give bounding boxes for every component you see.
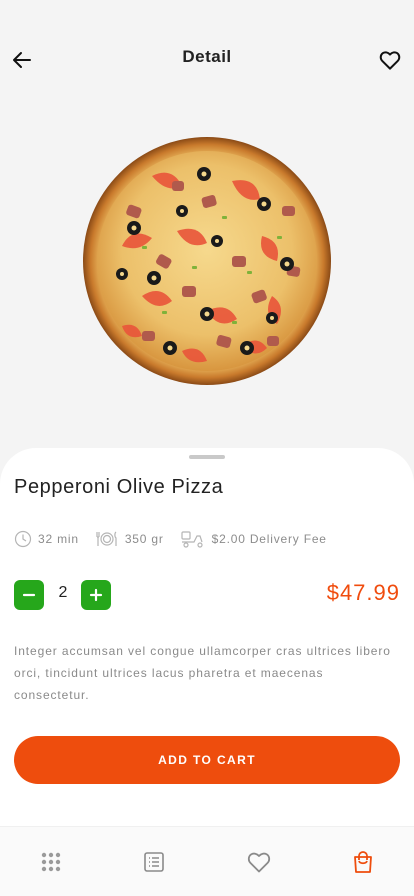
- sheet-drag-handle[interactable]: [189, 455, 225, 459]
- scooter-icon: [181, 531, 203, 548]
- prep-time-label: 32 min: [38, 532, 79, 546]
- pizza-image: [82, 136, 332, 386]
- bottom-navigation: [0, 826, 414, 896]
- heart-icon: [379, 51, 401, 70]
- delivery-fee-label: $2.00 Delivery Fee: [211, 532, 327, 546]
- product-detail-sheet: Pepperoni Olive Pizza 32 min 350 gr $2.0…: [0, 448, 414, 828]
- product-price: $47.99: [326, 580, 400, 605]
- delivery-fee: $2.00 Delivery Fee: [180, 530, 327, 548]
- quantity-value: 2: [58, 584, 68, 601]
- favorite-button[interactable]: [378, 48, 402, 72]
- pizza-illustration: [83, 137, 331, 385]
- prep-time: 32 min: [14, 530, 79, 548]
- cutlery-plate-icon: [96, 531, 117, 546]
- minus-icon: [22, 593, 36, 597]
- add-to-cart-button[interactable]: ADD TO CART: [14, 736, 400, 784]
- grid-icon: [41, 852, 61, 872]
- increase-quantity-button[interactable]: [81, 580, 111, 610]
- weight: 350 gr: [95, 530, 164, 548]
- nav-item-favorites[interactable]: [246, 849, 272, 875]
- product-name: Pepperoni Olive Pizza: [14, 476, 224, 498]
- product-description: Integer accumsan vel congue ullamcorper …: [14, 644, 391, 702]
- header: Detail: [0, 0, 414, 110]
- clock-icon: [14, 530, 32, 548]
- heart-icon: [247, 852, 271, 873]
- decrease-quantity-button[interactable]: [14, 580, 44, 610]
- quantity-price-row: 2 $47.99: [14, 580, 400, 610]
- nav-item-menu[interactable]: [38, 849, 64, 875]
- product-meta: 32 min 350 gr $2.00 Delivery Fee: [14, 530, 343, 548]
- shopping-bag-icon: [354, 851, 372, 873]
- page-title: Detail: [182, 47, 232, 66]
- nav-item-orders[interactable]: [141, 849, 167, 875]
- weight-label: 350 gr: [124, 532, 164, 546]
- plus-icon: [89, 588, 103, 602]
- nav-item-cart[interactable]: [350, 849, 376, 875]
- list-icon: [144, 852, 164, 872]
